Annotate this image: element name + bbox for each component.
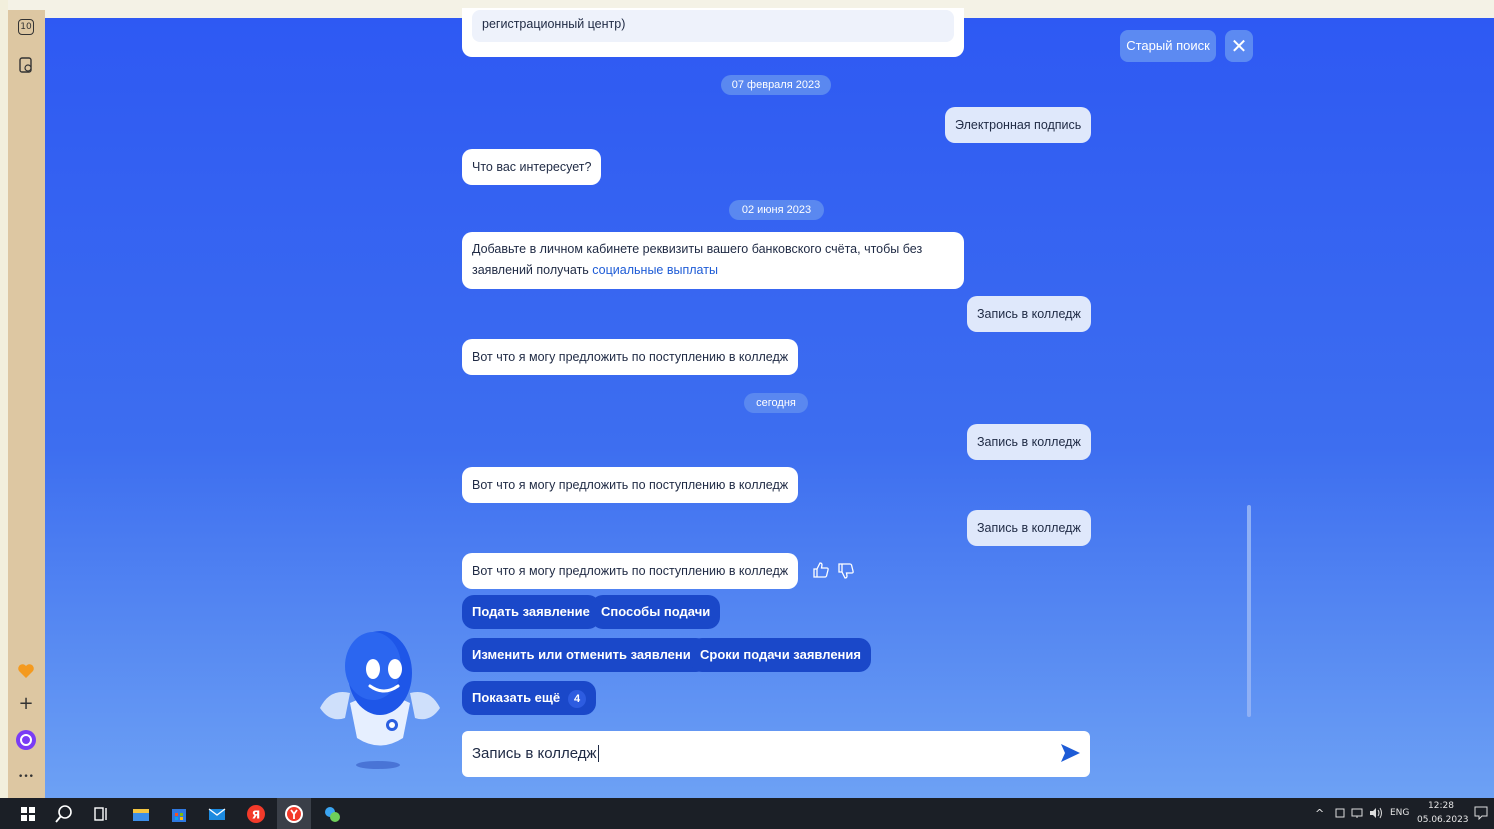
tray-chevron-icon[interactable]: ^ [1315, 807, 1324, 820]
thumbs-down-icon[interactable] [837, 562, 855, 580]
message-user: Электронная подпись [945, 107, 1092, 143]
scrollbar[interactable] [1247, 505, 1251, 717]
notifications-icon[interactable] [1474, 806, 1488, 820]
quick-reply-submit-button[interactable]: Подать заявление [462, 595, 600, 629]
store-icon[interactable] [169, 804, 189, 824]
social-payments-link[interactable]: социальные выплаты [592, 263, 718, 277]
monitor-icon[interactable] [1351, 807, 1363, 819]
date-separator: 02 июня 2023 [729, 200, 824, 220]
show-more-count: 4 [568, 690, 587, 708]
message-text: регистрационный центр) [482, 17, 626, 31]
app-icon[interactable] [322, 804, 342, 824]
message-bot-partial: регистрационный центр) [462, 8, 964, 57]
yandex-browser-icon[interactable] [284, 804, 304, 824]
search-icon[interactable] [54, 804, 74, 824]
date-separator: сегодня [744, 393, 808, 413]
date-separator: 07 февраля 2023 [721, 75, 831, 95]
message-text: Добавьте в личном кабинете реквизиты ваш… [472, 242, 923, 256]
message-bot: Что вас интересует? [462, 149, 602, 185]
chat-input[interactable]: Запись в колледж [462, 731, 1090, 777]
old-search-button[interactable]: Старый поиск [1120, 30, 1216, 62]
message-bot: Добавьте в личном кабинете реквизиты ваш… [462, 232, 964, 289]
network-icon[interactable] [1334, 807, 1346, 819]
chat-input-value: Запись в колледж [472, 745, 597, 762]
mail-icon[interactable] [207, 804, 227, 824]
send-icon[interactable] [1058, 741, 1082, 765]
quick-reply-change-button[interactable]: Изменить или отменить заявление [462, 638, 708, 672]
show-more-label: Показать ещё [472, 690, 561, 705]
message-text: заявлений получать [472, 263, 589, 277]
windows-taskbar: Я ^ ENG 12:28 05.06.2023 [0, 798, 1494, 829]
language-indicator[interactable]: ENG [1390, 808, 1409, 818]
thumbs-up-icon[interactable] [812, 561, 830, 579]
windows-start-icon[interactable] [18, 804, 38, 824]
task-view-icon[interactable] [91, 804, 111, 824]
show-more-button[interactable]: Показать ещё 4 [462, 681, 597, 715]
robot-mascot-icon [320, 631, 440, 769]
quick-reply-deadlines-button[interactable]: Сроки подачи заявления [690, 638, 871, 672]
chat-area: регистрационный центр) 07 февраля 2023 Э… [0, 0, 1494, 798]
close-button[interactable]: ✕ [1225, 30, 1253, 62]
yandex-icon[interactable]: Я [246, 804, 266, 824]
clock-date[interactable]: 05.06.2023 [1417, 815, 1469, 825]
message-user: Запись в колледж [967, 296, 1091, 332]
volume-icon[interactable] [1369, 807, 1383, 819]
message-bot: Вот что я могу предложить по поступлению… [462, 553, 799, 589]
message-bot: Вот что я могу предложить по поступлению… [462, 339, 799, 375]
message-bot: Вот что я могу предложить по поступлению… [462, 467, 799, 503]
message-user: Запись в колледж [967, 510, 1091, 546]
clock-time[interactable]: 12:28 [1428, 801, 1454, 811]
message-user: Запись в колледж [967, 424, 1091, 460]
quick-reply-methods-button[interactable]: Способы подачи [591, 595, 721, 629]
file-explorer-icon[interactable] [131, 804, 151, 824]
svg-text:Я: Я [252, 809, 260, 822]
